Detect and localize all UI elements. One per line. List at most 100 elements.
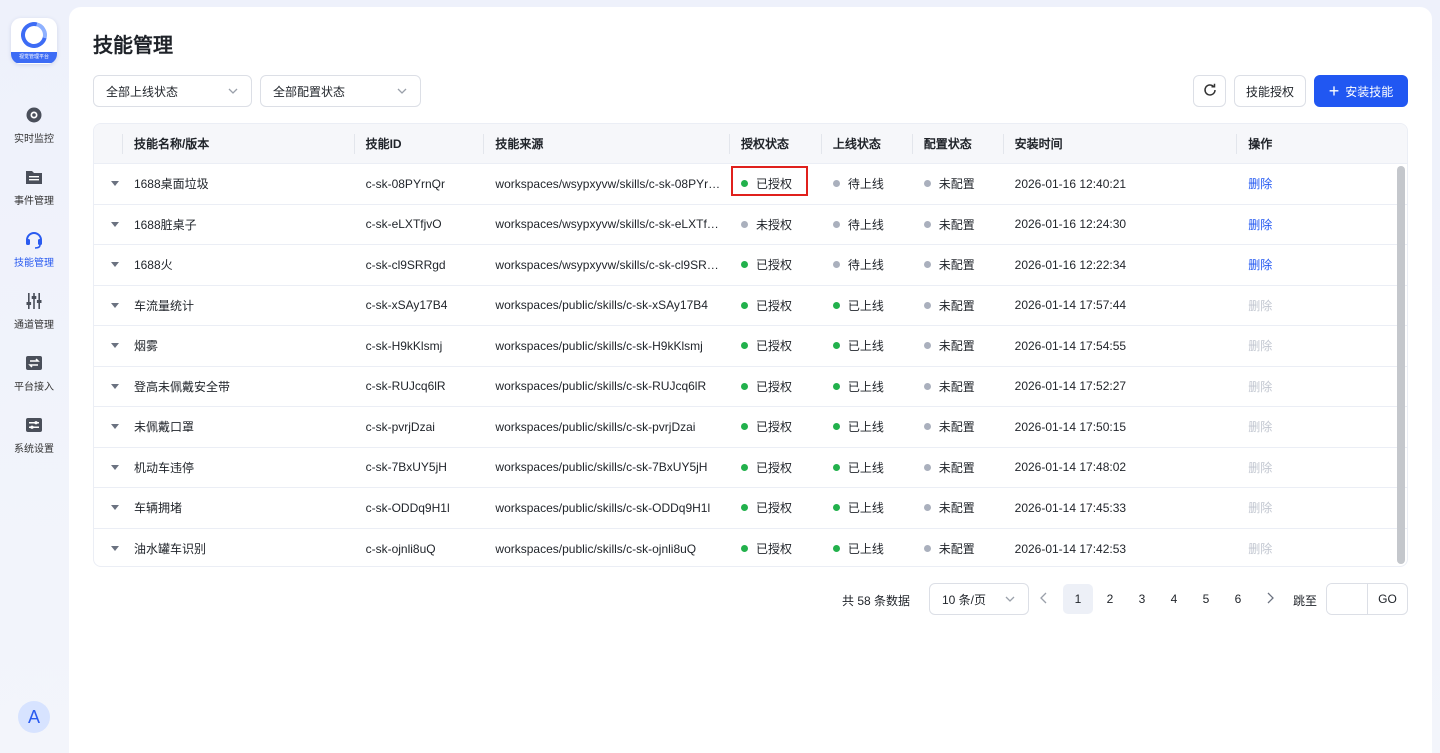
- skill-id: c-sk-H9kKlsmj: [365, 338, 443, 353]
- online-status: 已上线: [821, 286, 912, 326]
- sidebar-item-channel-management[interactable]: 通道管理: [4, 280, 64, 342]
- expand-caret-icon[interactable]: [110, 464, 119, 470]
- online-status-text: 已上线: [847, 460, 884, 475]
- auth-status: 已授权: [729, 326, 821, 366]
- app-logo[interactable]: 视觉管理平台: [11, 18, 57, 64]
- delete-button[interactable]: 删除: [1248, 459, 1272, 476]
- online-status: 已上线: [821, 529, 912, 567]
- expand-caret-icon[interactable]: [110, 505, 119, 511]
- chevron-down-icon: [227, 85, 239, 97]
- status-dot-icon: [923, 382, 931, 390]
- table-row: 烟雾 c-sk-H9kKlsmj workspaces/public/skills/…: [94, 326, 1407, 367]
- status-dot-icon: [923, 180, 931, 188]
- skill-id: c-sk-7BxUY5jH: [365, 460, 447, 475]
- table-scrollbar[interactable]: [1397, 166, 1405, 564]
- install-skill-button[interactable]: + 安装技能: [1314, 75, 1408, 107]
- skill-id: c-sk-pvrjDzai: [365, 419, 435, 434]
- expand-caret-icon[interactable]: [110, 546, 119, 552]
- expand-caret-icon[interactable]: [110, 343, 119, 349]
- status-dot-icon: [832, 382, 840, 390]
- skill-source-cell: workspaces/public/skills/c-sk-H9kKlsmj: [483, 326, 729, 366]
- page-number-3[interactable]: 3: [1127, 584, 1157, 614]
- auth-status-text: 已授权: [756, 501, 793, 516]
- column-header-install-time: 安装时间: [1002, 124, 1237, 163]
- delete-button[interactable]: 删除: [1248, 540, 1272, 557]
- auth-status-text: 已授权: [756, 379, 793, 394]
- status-dot-icon: [832, 423, 840, 431]
- auth-status: 已授权: [729, 448, 821, 488]
- refresh-button[interactable]: [1193, 75, 1226, 107]
- page-number-2[interactable]: 2: [1095, 584, 1125, 614]
- config-status: 未配置: [912, 529, 1003, 567]
- avatar[interactable]: A: [18, 701, 50, 733]
- delete-button[interactable]: 删除: [1248, 175, 1272, 192]
- sidebar-item-event-management[interactable]: 事件管理: [4, 156, 64, 218]
- prev-page-button[interactable]: [1039, 591, 1049, 607]
- page-size-select[interactable]: 10 条/页: [929, 583, 1029, 615]
- config-status-select[interactable]: 全部配置状态: [260, 75, 421, 107]
- page-number-6[interactable]: 6: [1223, 584, 1253, 614]
- skill-source-cell: workspaces/public/skills/c-sk-ODDq9H1l: [483, 488, 729, 528]
- main-panel: 技能管理 全部上线状态 全部配置状态 技能授权 + 安装技能 技能名称/版本 技…: [69, 7, 1432, 753]
- page-number-4[interactable]: 4: [1159, 584, 1189, 614]
- column-header-name: 技能名称/版本: [121, 124, 354, 163]
- skill-name: 机动车违停: [133, 460, 194, 475]
- page-number-1[interactable]: 1: [1063, 584, 1093, 614]
- sidebar-item-label: 系统设置: [14, 444, 54, 455]
- online-status-text: 已上线: [847, 339, 884, 354]
- online-status-text: 已上线: [847, 420, 884, 435]
- auth-status-text: 已授权: [756, 420, 793, 435]
- expand-caret-icon[interactable]: [110, 221, 119, 227]
- skill-source-cell: workspaces/wsypxyvw/skills/c-sk-08PYrnQr: [483, 164, 729, 204]
- skill-source: workspaces/public/skills/c-sk-H9kKlsmj: [495, 338, 703, 353]
- delete-button[interactable]: 删除: [1248, 378, 1272, 395]
- expand-caret-icon[interactable]: [110, 181, 119, 187]
- online-status: 已上线: [821, 407, 912, 447]
- expand-caret-icon[interactable]: [110, 383, 119, 389]
- config-status: 未配置: [912, 245, 1003, 285]
- delete-button[interactable]: 删除: [1248, 337, 1272, 354]
- expand-caret-icon[interactable]: [110, 424, 119, 430]
- delete-button[interactable]: 删除: [1248, 256, 1272, 273]
- page-number-5[interactable]: 5: [1191, 584, 1221, 614]
- online-status: 已上线: [821, 326, 912, 366]
- expand-caret-icon[interactable]: [110, 302, 119, 308]
- actions-cell: 删除: [1236, 448, 1407, 488]
- delete-button[interactable]: 删除: [1248, 216, 1272, 233]
- online-status-text: 待上线: [847, 217, 884, 232]
- jump-page-input[interactable]: [1327, 584, 1367, 614]
- skill-id: c-sk-ODDq9H1l: [365, 500, 450, 515]
- delete-button[interactable]: 删除: [1248, 499, 1272, 516]
- online-status: 待上线: [821, 245, 912, 285]
- page-title: 技能管理: [93, 35, 173, 57]
- auth-status: 已授权: [729, 407, 821, 447]
- install-time: 2026-01-14 17:52:27: [1014, 379, 1127, 394]
- skill-authorize-button[interactable]: 技能授权: [1234, 75, 1306, 107]
- config-status: 未配置: [912, 286, 1003, 326]
- chevron-down-icon: [1004, 593, 1016, 605]
- skill-source: workspaces/wsypxyvw/skills/c-sk-eLXTfjvO: [495, 217, 721, 232]
- delete-button[interactable]: 删除: [1248, 297, 1272, 314]
- sidebar-item-skill-management[interactable]: 技能管理: [4, 218, 64, 280]
- config-status: 未配置: [912, 367, 1003, 407]
- online-status-value: 全部上线状态: [106, 84, 179, 99]
- go-button[interactable]: GO: [1367, 584, 1407, 614]
- status-dot-icon: [923, 463, 931, 471]
- auth-status-text: 已授权: [756, 460, 793, 475]
- install-time: 2026-01-14 17:45:33: [1014, 500, 1127, 515]
- online-status-select[interactable]: 全部上线状态: [93, 75, 252, 107]
- online-status-text: 待上线: [847, 177, 884, 192]
- sidebar-item-system-settings[interactable]: 系统设置: [4, 404, 64, 466]
- auth-status-text: 已授权: [756, 542, 793, 557]
- config-status: 未配置: [912, 448, 1003, 488]
- next-page-button[interactable]: [1265, 591, 1275, 607]
- sidebar-item-realtime-monitor[interactable]: 实时监控: [4, 94, 64, 156]
- status-dot-icon: [832, 261, 840, 269]
- skill-source: workspaces/wsypxyvw/skills/c-sk-cl9SRRgd: [495, 257, 721, 272]
- logo-ring-icon: [16, 18, 52, 53]
- skill-id: c-sk-08PYrnQr: [365, 176, 445, 191]
- status-dot-icon: [832, 504, 840, 512]
- sidebar-item-platform-access[interactable]: 平台接入: [4, 342, 64, 404]
- expand-caret-icon[interactable]: [110, 262, 119, 268]
- delete-button[interactable]: 删除: [1248, 418, 1272, 435]
